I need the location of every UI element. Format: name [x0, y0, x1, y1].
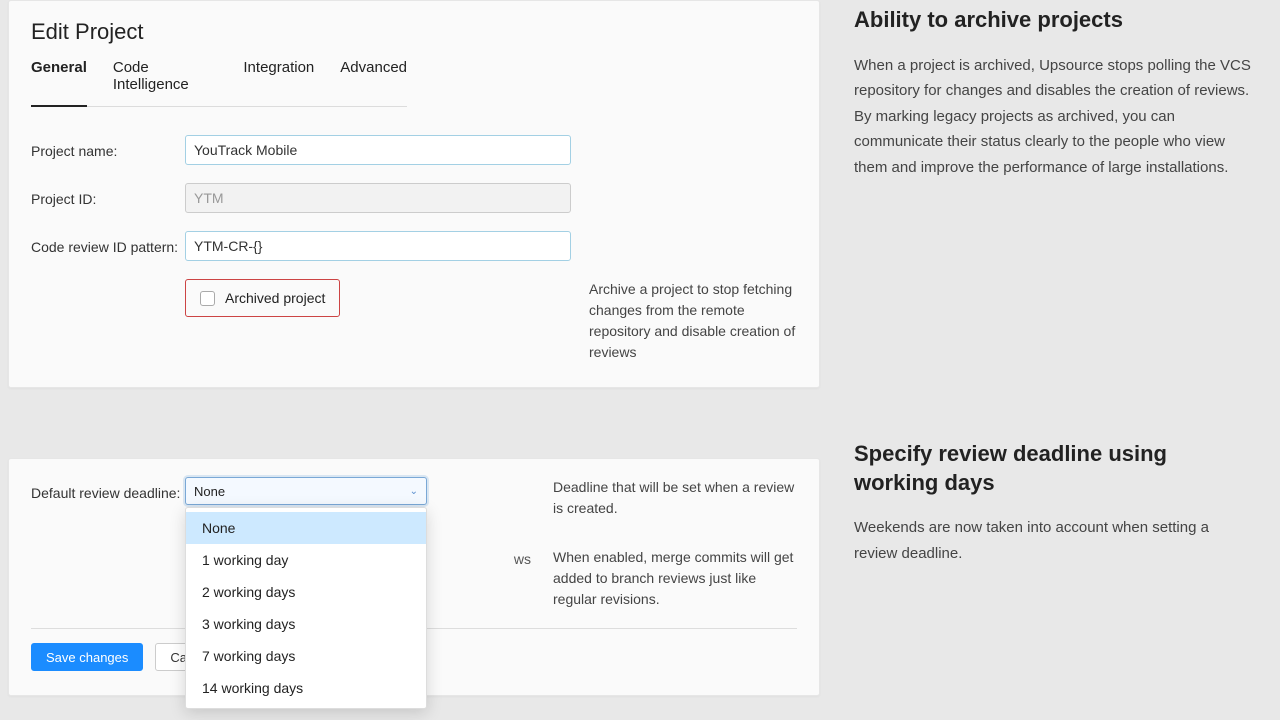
deadline-option[interactable]: None	[186, 512, 426, 544]
side-heading-archive: Ability to archive projects	[854, 6, 1252, 35]
tab-general[interactable]: General	[31, 59, 87, 107]
tab-advanced[interactable]: Advanced	[340, 59, 407, 107]
deadline-option[interactable]: 2 working days	[186, 576, 426, 608]
deadline-option[interactable]: 14 working days	[186, 672, 426, 704]
project-id-input	[185, 183, 571, 213]
review-pattern-label: Code review ID pattern:	[31, 231, 185, 258]
deadline-help-2: When enabled, merge commits will get add…	[553, 547, 797, 610]
archived-checkbox-label: Archived project	[225, 290, 325, 306]
project-tabs: General Code Intelligence Integration Ad…	[31, 59, 407, 107]
deadline-help-1: Deadline that will be set when a review …	[553, 477, 797, 519]
edit-project-panel: Edit Project General Code Intelligence I…	[8, 0, 820, 388]
deadline-select[interactable]: None ⌄	[185, 477, 427, 505]
project-id-label: Project ID:	[31, 183, 185, 210]
review-pattern-input[interactable]	[185, 231, 571, 261]
side-heading-deadline: Specify review deadline using working da…	[854, 440, 1252, 497]
tab-code-intelligence[interactable]: Code Intelligence	[113, 59, 218, 107]
archived-checkbox[interactable]	[200, 291, 215, 306]
archived-checkbox-wrap[interactable]: Archived project	[185, 279, 340, 317]
deadline-label: Default review deadline:	[31, 477, 185, 504]
deadline-selected-value: None	[194, 484, 225, 499]
project-name-label: Project name:	[31, 135, 185, 162]
project-name-input[interactable]	[185, 135, 571, 165]
partial-text: ws	[514, 551, 531, 567]
deadline-option[interactable]: 3 working days	[186, 608, 426, 640]
deadline-option[interactable]: 1 working day	[186, 544, 426, 576]
page-title: Edit Project	[31, 19, 797, 45]
chevron-down-icon: ⌄	[410, 486, 418, 497]
save-button[interactable]: Save changes	[31, 643, 143, 671]
archived-help-text: Archive a project to stop fetching chang…	[571, 279, 797, 363]
deadline-option[interactable]: 7 working days	[186, 640, 426, 672]
deadline-panel: Default review deadline: None ⌄ None 1 w…	[8, 458, 820, 696]
tab-integration[interactable]: Integration	[243, 59, 314, 107]
side-body-deadline: Weekends are now taken into account when…	[854, 515, 1252, 566]
deadline-dropdown: None 1 working day 2 working days 3 work…	[185, 507, 427, 709]
side-body-archive: When a project is archived, Upsource sto…	[854, 53, 1252, 181]
